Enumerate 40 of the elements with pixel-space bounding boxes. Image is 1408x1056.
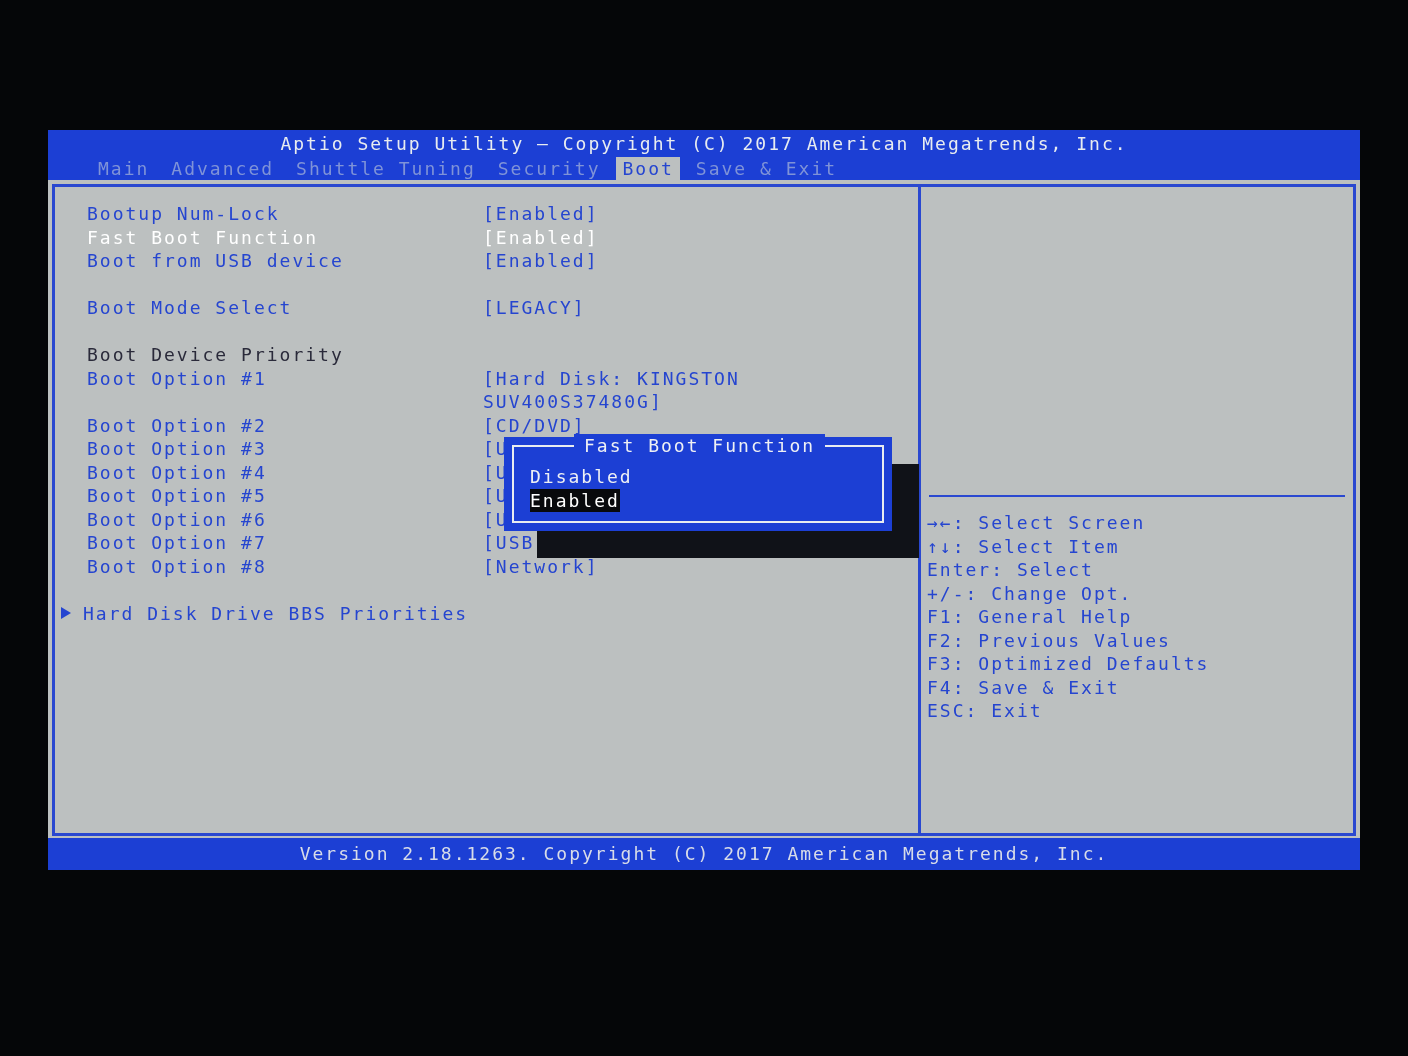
setting-value[interactable]: [Enabled] — [483, 202, 599, 226]
setting-value[interactable]: [USB — [483, 531, 535, 555]
help-line: F3: Optimized Defaults — [927, 652, 1211, 676]
menu-tab[interactable]: Save & Exit — [689, 156, 844, 180]
setting-label[interactable]: Boot Mode Select — [87, 296, 483, 320]
triangle-icon — [61, 607, 71, 620]
help-line: F2: Previous Values — [927, 628, 1172, 652]
menu-tab[interactable]: Security — [491, 156, 607, 180]
setting-label[interactable]: Boot Option #3 — [87, 437, 483, 461]
help-line: →←: Select Screen — [927, 511, 1147, 535]
popup-option[interactable]: Disabled — [530, 465, 633, 489]
setting-value[interactable]: [Hard Disk: KINGSTON SUV400S37480G] — [483, 366, 783, 414]
setting-label[interactable]: Boot Option #4 — [87, 460, 483, 484]
menu-tab[interactable]: Boot — [616, 156, 680, 180]
setting-label[interactable]: Boot from USB device — [87, 249, 483, 273]
section-heading: Boot Device Priority — [87, 343, 344, 367]
help-line: F4: Save & Exit — [927, 675, 1121, 699]
help-line: ↑↓: Select Item — [927, 534, 1121, 558]
setting-label[interactable]: Bootup Num-Lock — [87, 202, 483, 226]
help-line: Enter: Select — [927, 558, 1095, 582]
setting-label[interactable]: Boot Option #7 — [87, 531, 483, 555]
setting-label[interactable]: Boot Option #1 — [87, 366, 483, 414]
setting-value[interactable]: [Enabled] — [483, 249, 599, 273]
setting-value[interactable]: [LEGACY] — [483, 296, 586, 320]
popup-option[interactable]: Enabled — [530, 488, 620, 512]
menu-tab[interactable]: Main — [92, 156, 156, 180]
setting-value[interactable]: [Network] — [483, 554, 599, 578]
menu-tab[interactable]: Advanced — [165, 156, 281, 180]
setting-label[interactable]: Boot Option #5 — [87, 484, 483, 508]
menu-tab[interactable]: Shuttle Tuning — [290, 156, 482, 180]
setting-value[interactable]: [CD/DVD] — [483, 413, 586, 437]
help-line: F1: General Help — [927, 605, 1134, 629]
window-title: Aptio Setup Utility – Copyright (C) 2017 American Megatrends, Inc. — [280, 132, 1128, 156]
setting-label[interactable]: Boot Option #8 — [87, 554, 483, 578]
help-line: ESC: Exit — [927, 699, 1044, 723]
setting-label[interactable]: Boot Option #6 — [87, 507, 483, 531]
submenu-item[interactable]: Hard Disk Drive BBS Priorities — [83, 601, 469, 625]
footer-text: Version 2.18.1263. Copyright (C) 2017 American Megatrends, Inc. — [299, 842, 1109, 866]
help-line: +/-: Change Opt. — [927, 581, 1134, 605]
setting-label[interactable]: Boot Option #2 — [87, 413, 483, 437]
